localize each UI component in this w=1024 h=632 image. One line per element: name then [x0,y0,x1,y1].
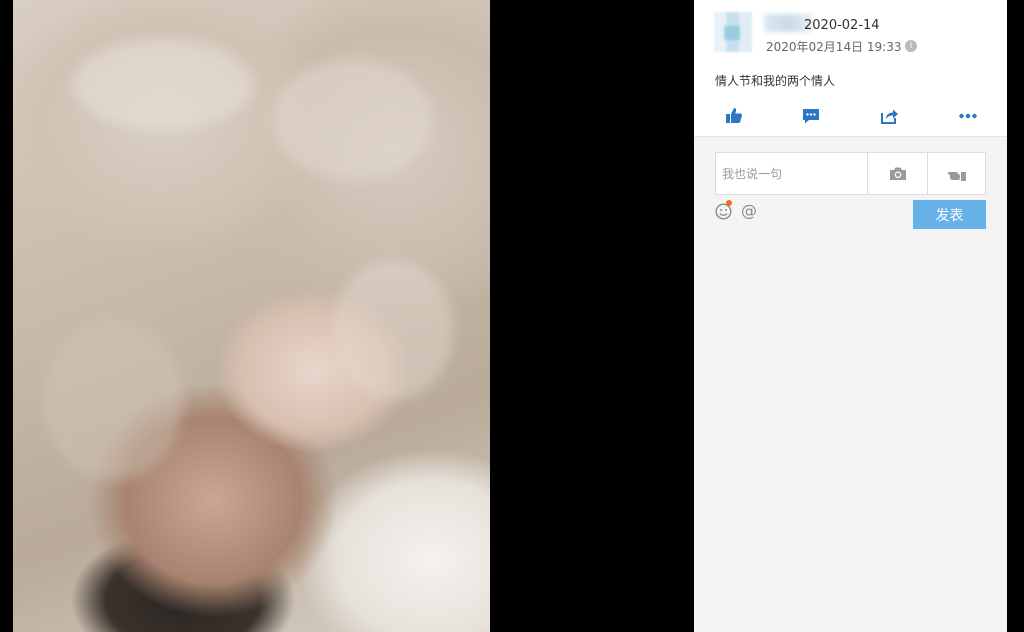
side-panel: 2020-02-14 2020年02月14日 19:33 i 情人节和我的两个情… [694,0,1007,632]
share-icon [881,109,898,124]
right-edge [1007,0,1024,632]
mention-button[interactable]: @ [741,202,757,220]
camera-button[interactable] [868,153,927,194]
submit-button[interactable]: 发表 [913,200,986,229]
post-title: 2020-02-14 [804,18,880,33]
comment-box [715,152,986,195]
photo[interactable] [13,0,490,632]
poke-button[interactable] [928,153,986,194]
post-time: 2020年02月14日 19:33 [766,40,902,54]
camera-icon [889,167,906,180]
photo-detail [333,260,453,400]
post-header: 2020-02-14 2020年02月14日 19:33 i 情人节和我的两个情… [694,0,1007,137]
post-caption: 情人节和我的两个情人 [715,74,836,88]
comment-icon [803,109,819,124]
info-icon[interactable]: i [905,40,917,52]
more-icon [959,113,977,119]
like-button[interactable] [724,106,744,126]
share-button[interactable] [879,106,899,126]
pointing-hand-icon [948,171,966,181]
comment-input[interactable] [716,153,867,194]
more-button[interactable] [958,106,978,126]
photo-detail [273,60,433,180]
photo-detail [43,320,183,480]
avatar[interactable] [714,12,752,52]
comment-button[interactable] [801,106,821,126]
photo-viewer [0,0,694,632]
notification-dot [726,200,732,206]
thumbs-up-icon [726,108,742,123]
photo-detail [73,40,253,130]
